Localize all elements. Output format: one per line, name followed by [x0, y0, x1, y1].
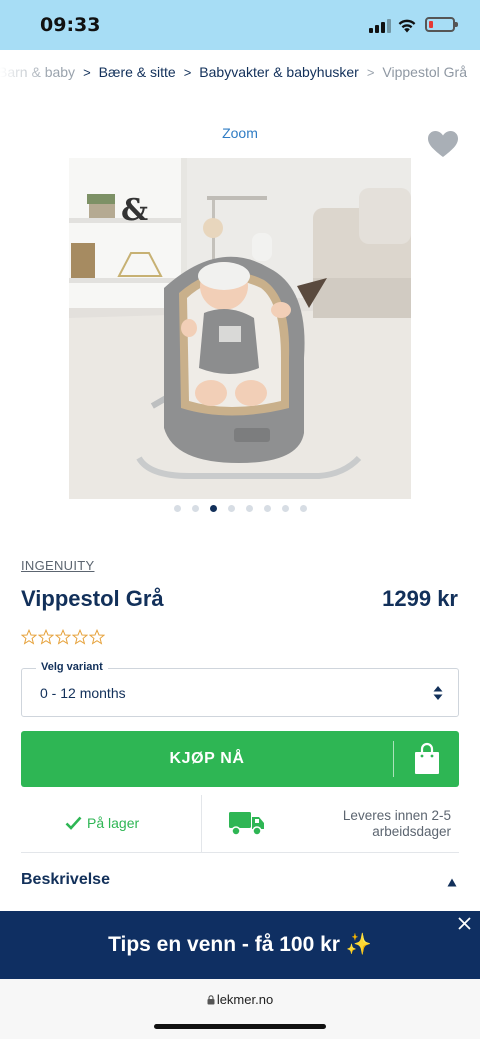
star-icon: [72, 629, 88, 645]
breadcrumb-separator: >: [366, 64, 375, 80]
breadcrumb-separator: >: [183, 64, 192, 80]
gallery-dot[interactable]: [245, 505, 253, 512]
checkmark-icon: [65, 816, 82, 830]
breadcrumb-item-babyvakter[interactable]: Babyvakter & babyhusker: [199, 64, 359, 80]
availability-row: På lager Leveres innen 2-5 arbeidsdager: [21, 795, 459, 853]
gallery-dot[interactable]: [299, 505, 307, 512]
page: 09:33 Barn & baby > Bære & sitte > Babyv…: [0, 0, 480, 1039]
variant-label: Velg variant: [36, 661, 108, 673]
gallery-dot[interactable]: [263, 505, 271, 512]
browser-address-bar: lekmer.no: [0, 979, 480, 1039]
referral-banner[interactable]: Tips en venn - få 100 kr ✨: [0, 911, 480, 979]
status-time: 09:33: [40, 14, 101, 36]
breadcrumb-item-current: Vippestol Grå: [382, 64, 467, 80]
variant-select[interactable]: Velg variant 0 - 12 months: [21, 661, 459, 717]
home-indicator[interactable]: [154, 1024, 326, 1029]
breadcrumb-item-baere-sitte[interactable]: Bære & sitte: [99, 64, 176, 80]
delivery-truck-icon: [229, 812, 264, 836]
gallery-dot[interactable]: [227, 505, 235, 512]
signal-icon: [369, 19, 391, 33]
delivery-estimate: Leveres innen 2-5 arbeidsdager: [342, 808, 451, 839]
url-field[interactable]: lekmer.no: [0, 992, 480, 1007]
shopping-bag-icon: [415, 742, 439, 774]
stock-label: På lager: [87, 815, 140, 831]
product-price: 1299 kr: [382, 586, 458, 611]
lock-icon: [207, 995, 215, 1005]
battery-icon: [425, 17, 458, 32]
rating-stars[interactable]: [21, 629, 105, 645]
breadcrumb-separator: >: [83, 64, 91, 80]
stock-status: På lager: [65, 815, 139, 831]
gallery-dot[interactable]: [281, 505, 289, 512]
gallery-dot[interactable]: [173, 505, 181, 512]
wifi-icon: [398, 19, 416, 33]
star-icon: [55, 629, 71, 645]
svg-text:&: &: [121, 193, 148, 228]
buy-divider: [393, 741, 394, 777]
brand-link[interactable]: INGENUITY: [21, 558, 94, 573]
product-image[interactable]: &: [69, 158, 411, 499]
referral-banner-text: Tips en venn - få 100 kr ✨: [108, 933, 372, 956]
buy-button-label: KJØP NÅ: [169, 750, 245, 767]
breadcrumb-fade: [0, 58, 50, 88]
url-text: lekmer.no: [216, 992, 274, 1007]
breadcrumb: Barn & baby > Bære & sitte > Babyvakter …: [0, 58, 480, 88]
availability-divider: [201, 795, 202, 852]
variant-value: 0 - 12 months: [40, 685, 126, 701]
star-icon: [38, 629, 54, 645]
status-bar: 09:33: [0, 0, 480, 50]
product-title: Vippestol Grå: [21, 586, 164, 611]
star-icon: [21, 629, 37, 645]
star-icon: [89, 629, 105, 645]
product-photo: &: [69, 158, 411, 499]
sort-arrows-icon: [433, 686, 443, 700]
zoom-link[interactable]: Zoom: [0, 125, 480, 141]
gallery-dot[interactable]: [209, 505, 217, 512]
buy-button[interactable]: KJØP NÅ: [21, 731, 459, 787]
gallery-dot[interactable]: [191, 505, 199, 512]
gallery-dots: [0, 505, 480, 512]
description-accordion[interactable]: Beskrivelse: [21, 870, 459, 894]
description-title: Beskrivelse: [21, 871, 110, 888]
heart-icon[interactable]: [426, 129, 460, 159]
chevron-up-icon: [447, 878, 457, 887]
close-icon[interactable]: [458, 917, 471, 930]
